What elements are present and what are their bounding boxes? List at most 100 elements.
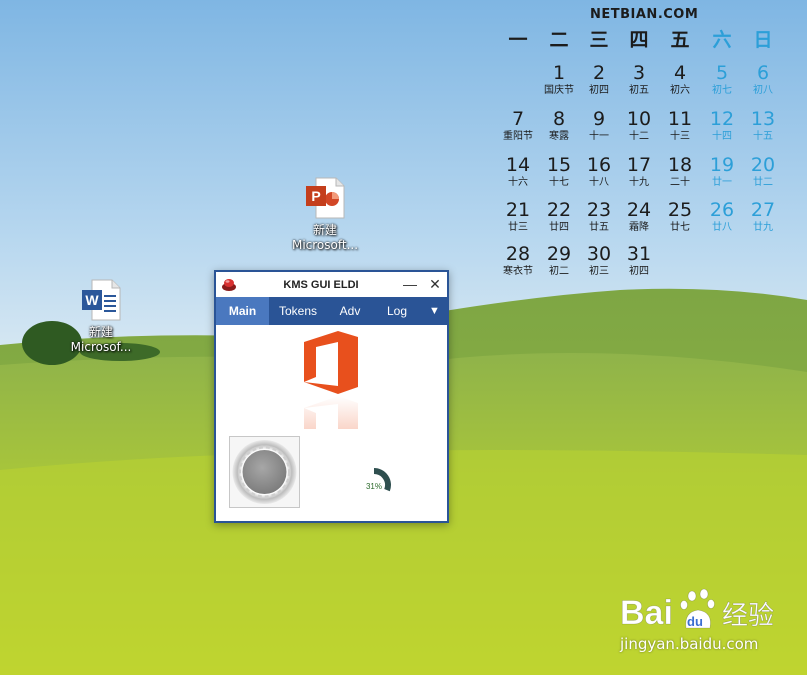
calendar-weekday-header: 四 bbox=[629, 29, 649, 51]
calendar-day-cell: 18 二十 bbox=[661, 154, 699, 189]
calendar-day-cell: 24 霜降 bbox=[620, 199, 658, 234]
calendar-lunar-label: 十五 bbox=[753, 131, 773, 142]
word-icon: W bbox=[78, 277, 124, 323]
desktop-icon-label-line1: 新建 bbox=[312, 223, 337, 237]
calendar-day-number: 21 bbox=[505, 199, 531, 221]
calendar-weekday-header: 三 bbox=[589, 29, 609, 51]
calendar-lunar-label: 国庆节 bbox=[544, 85, 574, 96]
calendar-day-cell: 21 廿三 bbox=[499, 199, 537, 234]
activate-button-icon bbox=[232, 440, 297, 504]
calendar-lunar-label: 十二 bbox=[629, 131, 649, 142]
calendar-lunar-label: 廿一 bbox=[712, 177, 732, 188]
calendar-day-cell: 10 十二 bbox=[620, 108, 658, 143]
calendar-lunar-label: 初二 bbox=[549, 266, 569, 277]
tab-bar: Main Tokens Adv Log ▼ bbox=[216, 297, 447, 325]
calendar-day-number: 3 bbox=[632, 62, 646, 84]
calendar-day-number: 28 bbox=[505, 243, 531, 265]
window-title: KMS GUI ELDI bbox=[283, 279, 359, 291]
calendar-lunar-label: 廿八 bbox=[712, 222, 732, 233]
calendar-day-number: 5 bbox=[715, 62, 729, 84]
calendar-day-cell: 20 廿二 bbox=[744, 154, 782, 189]
desktop-icon-word[interactable]: W 新建 Microsof... bbox=[61, 277, 141, 355]
calendar-day-number: 7 bbox=[511, 108, 525, 130]
svg-text:Bai: Bai bbox=[620, 594, 673, 632]
minimize-button[interactable]: — bbox=[400, 274, 420, 294]
calendar-weekday-header: 二 bbox=[549, 29, 569, 51]
calendar-lunar-label: 廿五 bbox=[589, 222, 609, 233]
calendar-day-cell: 19 廿一 bbox=[703, 154, 741, 189]
tab-tokens[interactable]: Tokens bbox=[271, 297, 325, 325]
calendar-day-cell: 7 重阳节 bbox=[499, 108, 537, 143]
calendar-lunar-label: 廿二 bbox=[753, 177, 773, 188]
calendar-lunar-label: 十一 bbox=[589, 131, 609, 142]
calendar-day-cell: 11 十三 bbox=[661, 108, 699, 143]
calendar-day-cell: 15 十七 bbox=[540, 154, 578, 189]
calendar-day-number: 2 bbox=[592, 62, 606, 84]
baidu-paw-logo: Bai du 经验 bbox=[620, 588, 774, 632]
desktop-icon-powerpoint[interactable]: P 新建 Microsoft... bbox=[285, 175, 365, 253]
svg-text:W: W bbox=[85, 292, 99, 308]
calendar-day-number: 1 bbox=[552, 62, 566, 84]
calendar-day-cell: 3 初五 bbox=[620, 62, 658, 97]
calendar-lunar-label: 十六 bbox=[508, 177, 528, 188]
calendar-lunar-label: 十七 bbox=[549, 177, 569, 188]
calendar-day-cell: 12 十四 bbox=[703, 108, 741, 143]
svg-text:经验: 经验 bbox=[722, 601, 774, 631]
window-titlebar[interactable]: KMS GUI ELDI — ✕ bbox=[216, 272, 447, 297]
calendar-site-label: NETBIAN.COM bbox=[590, 7, 699, 22]
calendar-day-number: 13 bbox=[750, 108, 776, 130]
calendar-day-cell: 27 廿九 bbox=[744, 199, 782, 234]
calendar-day-number: 31 bbox=[626, 243, 652, 265]
kms-window: KMS GUI ELDI — ✕ Main Tokens Adv Log ▼ 3… bbox=[214, 270, 449, 523]
calendar-day-number: 22 bbox=[546, 199, 572, 221]
calendar-day-number: 12 bbox=[709, 108, 735, 130]
calendar-lunar-label: 廿七 bbox=[670, 222, 690, 233]
calendar-weekday-header: 六 bbox=[712, 29, 732, 51]
calendar-weekday-header: 一 bbox=[508, 29, 528, 51]
calendar-lunar-label: 十八 bbox=[589, 177, 609, 188]
calendar-day-cell: 8 寒露 bbox=[540, 108, 578, 143]
calendar-lunar-label: 廿四 bbox=[549, 222, 569, 233]
calendar-lunar-label: 初四 bbox=[629, 266, 649, 277]
close-button[interactable]: ✕ bbox=[425, 274, 445, 294]
tab-dropdown-button[interactable]: ▼ bbox=[422, 297, 447, 325]
calendar-day-cell: 4 初六 bbox=[661, 62, 699, 97]
calendar-day-number: 30 bbox=[586, 243, 612, 265]
baidu-jingyan-watermark: Bai du 经验 jingyan.baidu.com bbox=[618, 588, 803, 658]
calendar-lunar-label: 重阳节 bbox=[503, 131, 533, 142]
tab-adv[interactable]: Adv bbox=[329, 297, 371, 325]
watermark-url: jingyan.baidu.com bbox=[620, 635, 759, 653]
activate-button[interactable] bbox=[229, 436, 300, 508]
calendar-day-cell: 13 十五 bbox=[744, 108, 782, 143]
calendar-day-number: 27 bbox=[750, 199, 776, 221]
calendar-day-cell: 29 初二 bbox=[540, 243, 578, 278]
calendar-lunar-label: 初七 bbox=[712, 85, 732, 96]
tab-main[interactable]: Main bbox=[216, 297, 269, 325]
calendar-day-cell: 6 初八 bbox=[744, 62, 782, 97]
svg-text:P: P bbox=[311, 188, 320, 204]
desktop-icon-label-line1: 新建 bbox=[88, 325, 113, 339]
calendar-lunar-label: 十九 bbox=[629, 177, 649, 188]
calendar-day-number: 8 bbox=[552, 108, 566, 130]
calendar-day-number: 14 bbox=[505, 154, 531, 176]
calendar-day-number: 24 bbox=[626, 199, 652, 221]
calendar-day-cell: 30 初三 bbox=[580, 243, 618, 278]
calendar-day-number: 17 bbox=[626, 154, 652, 176]
calendar-day-number: 25 bbox=[667, 199, 693, 221]
calendar-lunar-label: 霜降 bbox=[629, 222, 649, 233]
calendar-day-cell: 28 寒衣节 bbox=[499, 243, 537, 278]
calendar-day-cell: 17 十九 bbox=[620, 154, 658, 189]
calendar-lunar-label: 初六 bbox=[670, 85, 690, 96]
calendar-day-cell: 22 廿四 bbox=[540, 199, 578, 234]
calendar-day-cell: 26 廿八 bbox=[703, 199, 741, 234]
calendar-lunar-label: 寒露 bbox=[549, 131, 569, 142]
calendar-day-cell: 14 十六 bbox=[499, 154, 537, 189]
calendar-lunar-label: 廿九 bbox=[753, 222, 773, 233]
svg-text:du: du bbox=[687, 614, 703, 629]
tab-log[interactable]: Log bbox=[376, 297, 418, 325]
calendar-day-number: 11 bbox=[667, 108, 693, 130]
calendar-day-cell: 25 廿七 bbox=[661, 199, 699, 234]
calendar-day-number: 10 bbox=[626, 108, 652, 130]
calendar-day-number: 16 bbox=[586, 154, 612, 176]
calendar-day-cell: 23 廿五 bbox=[580, 199, 618, 234]
